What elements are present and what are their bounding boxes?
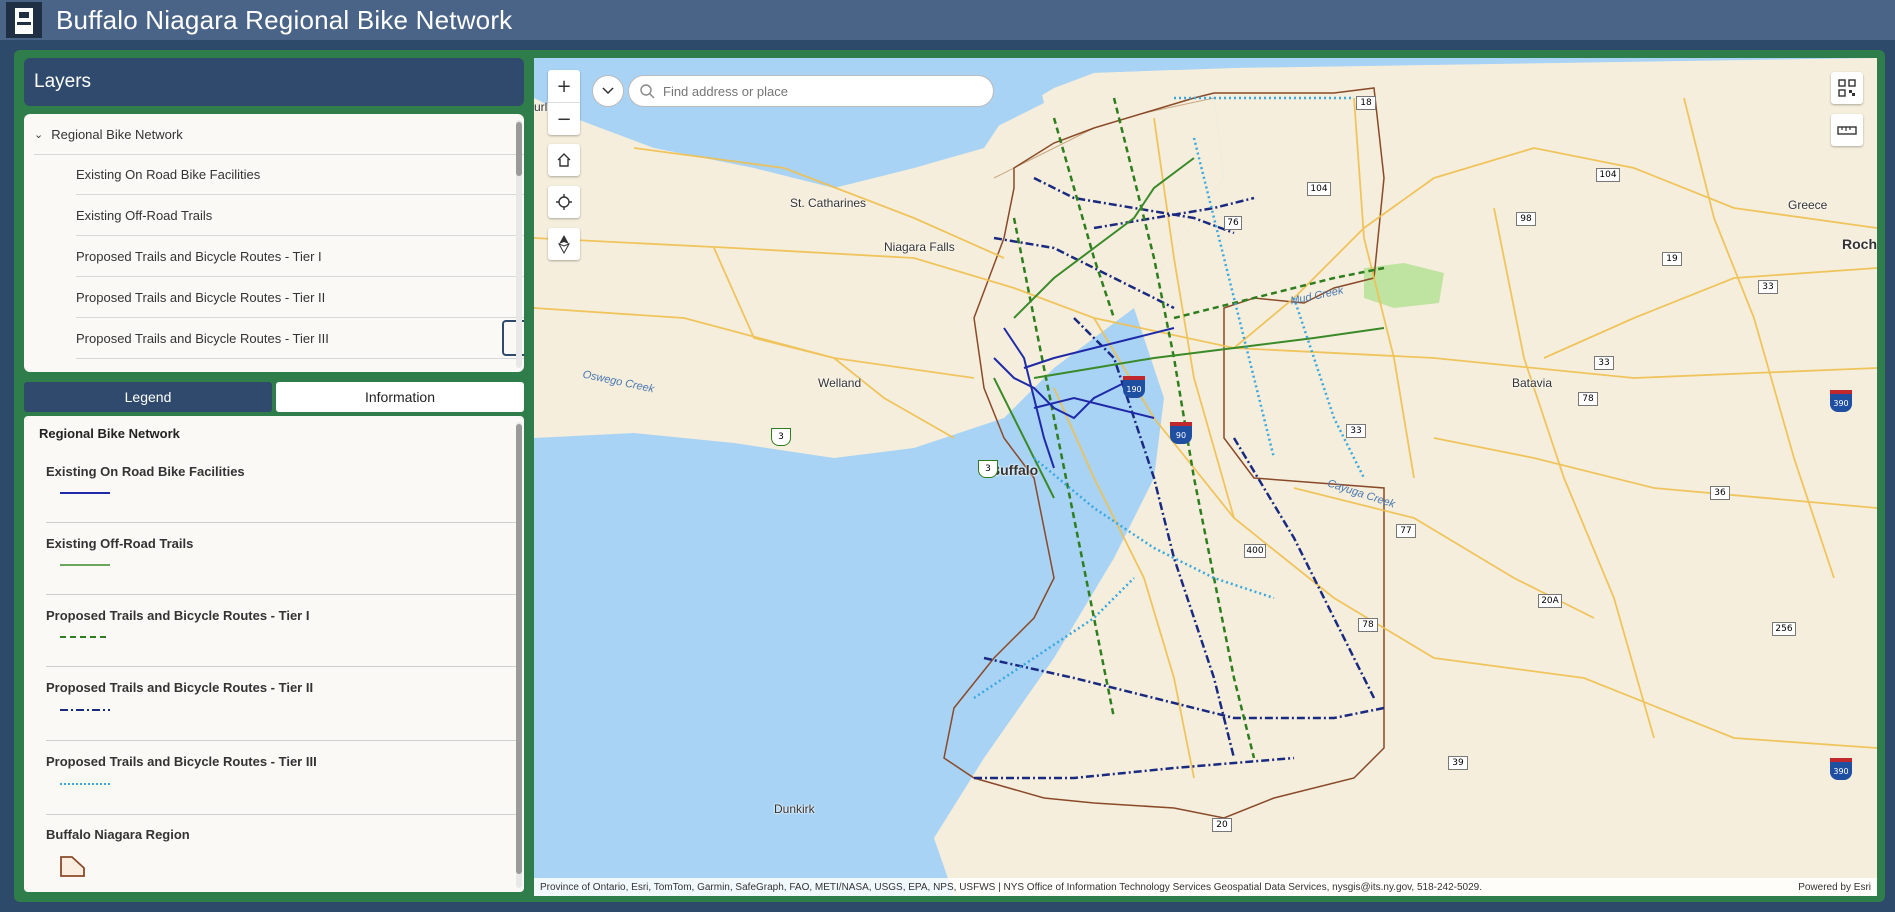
layer-item-existing-on-road[interactable]: Existing On Road Bike Facilities [76, 154, 524, 195]
layers-title: Layers [34, 71, 92, 92]
layer-group-label: Regional Bike Network [51, 126, 183, 142]
legend-panel: Regional Bike Network Existing On Road B… [24, 416, 524, 892]
app-logo [6, 2, 42, 38]
route-shield: 33 [1758, 280, 1778, 294]
legend-divider [46, 666, 522, 667]
place-label: Batavia [1512, 376, 1553, 390]
search-box[interactable] [628, 75, 994, 107]
layer-list-scrollbar[interactable] [516, 120, 522, 368]
route-shield: 390 [1830, 390, 1852, 412]
layer-list-scroll-thumb[interactable] [516, 122, 522, 176]
home-icon [557, 153, 571, 167]
layer-item-label: Existing On Road Bike Facilities [76, 166, 261, 182]
route-shield: 20A [1538, 594, 1562, 608]
panel-tabs: Legend Information [24, 382, 524, 412]
legend-divider [46, 740, 522, 741]
route-shield: 19 [1662, 252, 1682, 266]
place-label: Roch [1842, 236, 1877, 252]
layer-item-tier-1[interactable]: Proposed Trails and Bicycle Routes - Tie… [76, 236, 524, 277]
route-shield: 104 [1307, 182, 1331, 196]
layer-item-label: Proposed Trails and Bicycle Routes - Tie… [76, 289, 326, 305]
route-shield: 36 [1710, 486, 1730, 500]
qr-code-icon [1838, 79, 1856, 97]
place-label: Greece [1788, 198, 1828, 212]
compass-icon [557, 235, 571, 254]
chevron-down-icon [602, 87, 614, 95]
place-label: Dunkirk [774, 802, 815, 816]
layers-panel-header: Layers [24, 58, 524, 106]
route-shield: 77 [1396, 524, 1416, 538]
route-shield: 90 [1170, 422, 1192, 444]
legend-divider [46, 522, 522, 523]
layer-item-label: Existing Off-Road Trails [76, 207, 213, 223]
compass-button[interactable] [548, 228, 580, 260]
route-shield: 78 [1358, 618, 1378, 632]
map-attribution: Province of Ontario, Esri, TomTom, Garmi… [534, 878, 1877, 896]
chevron-down-icon[interactable]: ⌄ [34, 128, 43, 141]
place-label: Welland [818, 376, 862, 390]
tab-information[interactable]: Information [276, 382, 524, 412]
legend-swatch-tier-1 [60, 636, 110, 638]
route-shield: 256 [1772, 622, 1796, 636]
route-shield: 18 [1356, 96, 1376, 110]
legend-swatch-off-road [60, 564, 110, 566]
legend-swatch-tier-3 [60, 783, 110, 785]
tab-legend[interactable]: Legend [24, 382, 272, 412]
attribution-text: Province of Ontario, Esri, TomTom, Garmi… [540, 881, 1483, 893]
app-header: Buffalo Niagara Regional Bike Network [0, 0, 1895, 40]
ruler-icon [1837, 126, 1857, 135]
route-shield: 78 [1578, 392, 1598, 406]
basemap[interactable] [534, 58, 1877, 896]
route-shield: 3 [771, 428, 791, 446]
zoom-out-button[interactable]: − [548, 103, 580, 135]
locate-button[interactable] [548, 186, 580, 218]
route-shield: 39 [1448, 756, 1468, 770]
route-shield: 98 [1516, 212, 1536, 226]
legend-scrollbar[interactable] [516, 422, 522, 888]
legend-divider [46, 814, 522, 815]
route-shield: 390 [1830, 758, 1852, 780]
legend-swatch-region [60, 856, 85, 877]
legend-scroll-thumb[interactable] [516, 424, 522, 874]
layer-group-regional-bike-network[interactable]: ⌄ Regional Bike Network [34, 114, 524, 155]
route-shield: 33 [1346, 424, 1366, 438]
legend-item-title: Buffalo Niagara Region [46, 827, 190, 842]
search-source-button[interactable] [592, 75, 624, 107]
legend-divider [46, 594, 522, 595]
layer-item-label: Proposed Trails and Bicycle Routes - Tie… [76, 330, 329, 346]
locate-icon [556, 194, 572, 210]
app-title: Buffalo Niagara Regional Bike Network [56, 4, 513, 35]
search-icon [640, 84, 655, 99]
legend-item-title: Existing Off-Road Trails [46, 536, 194, 551]
place-label: Niagara Falls [884, 240, 955, 254]
place-label: St. Catharines [790, 196, 867, 210]
legend-heading: Regional Bike Network [39, 426, 180, 441]
layer-item-existing-off-road[interactable]: Existing Off-Road Trails [76, 195, 524, 236]
layer-list: ⌄ Regional Bike Network Existing On Road… [24, 114, 524, 372]
route-shield: 33 [1594, 356, 1614, 370]
route-shield: 20 [1212, 818, 1232, 832]
map-view[interactable]: St. Catharines Niagara Falls Welland Buf… [534, 58, 1877, 896]
legend-swatch-tier-2 [60, 709, 110, 711]
route-shield: 104 [1596, 168, 1620, 182]
legend-item-title: Proposed Trails and Bicycle Routes - Tie… [46, 608, 310, 623]
legend-item-title: Proposed Trails and Bicycle Routes - Tie… [46, 680, 314, 695]
layer-item-tier-3[interactable]: Proposed Trails and Bicycle Routes - Tie… [76, 318, 524, 359]
measure-button[interactable] [1831, 114, 1863, 146]
route-shield: 3 [978, 460, 998, 478]
home-button[interactable] [548, 144, 580, 176]
layer-item-label: Proposed Trails and Bicycle Routes - Tie… [76, 248, 322, 264]
route-shield: 76 [1224, 216, 1242, 230]
powered-by-link[interactable]: Powered by Esri [1798, 882, 1871, 893]
zoom-control: + − [548, 70, 580, 135]
legend-item-title: Proposed Trails and Bicycle Routes - Tie… [46, 754, 317, 769]
layer-item-tier-2[interactable]: Proposed Trails and Bicycle Routes - Tie… [76, 277, 524, 318]
legend-item-title: Existing On Road Bike Facilities [46, 464, 245, 479]
route-shield: 190 [1123, 376, 1145, 398]
route-shield: 400 [1244, 544, 1266, 558]
search-input[interactable] [661, 82, 965, 100]
zoom-in-button[interactable]: + [548, 70, 580, 103]
legend-swatch-on-road [60, 492, 110, 494]
qr-code-button[interactable] [1831, 72, 1863, 104]
